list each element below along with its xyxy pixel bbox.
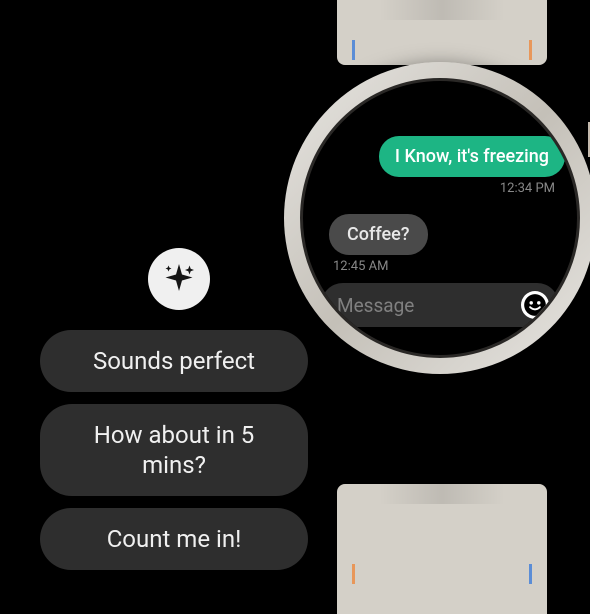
suggestion-chip[interactable]: How about in 5 mins? [40,404,308,496]
message-input[interactable]: Message [337,294,521,317]
suggestion-chip[interactable]: Sounds perfect [40,330,308,392]
message-text: I Know, it's freezing [395,146,549,167]
message-incoming[interactable]: Coffee? [329,214,428,255]
watch-screen: I Know, it's freezing 12:34 PM Coffee? 1… [300,78,580,358]
suggestion-label: Sounds perfect [93,347,255,375]
suggestion-list: Sounds perfect How about in 5 mins? Coun… [40,330,308,570]
sparkle-icon [161,261,197,297]
watch-case: I Know, it's freezing 12:34 PM Coffee? 1… [284,62,590,374]
watch-band-bottom [337,484,547,614]
smiley-icon [522,292,548,318]
suggestion-label: How about in 5 mins? [94,421,255,479]
watch-band-top [337,0,547,65]
suggestion-label: Count me in! [107,525,242,553]
ai-sparkle-badge [148,248,210,310]
message-text: Coffee? [347,224,410,245]
emoji-button[interactable] [521,291,549,319]
message-input-row[interactable]: Message [321,283,559,327]
timestamp-outgoing: 12:34 PM [317,181,555,196]
timestamp-incoming: 12:45 AM [333,259,563,274]
suggestion-chip[interactable]: Count me in! [40,508,308,570]
message-outgoing[interactable]: I Know, it's freezing [379,136,565,177]
